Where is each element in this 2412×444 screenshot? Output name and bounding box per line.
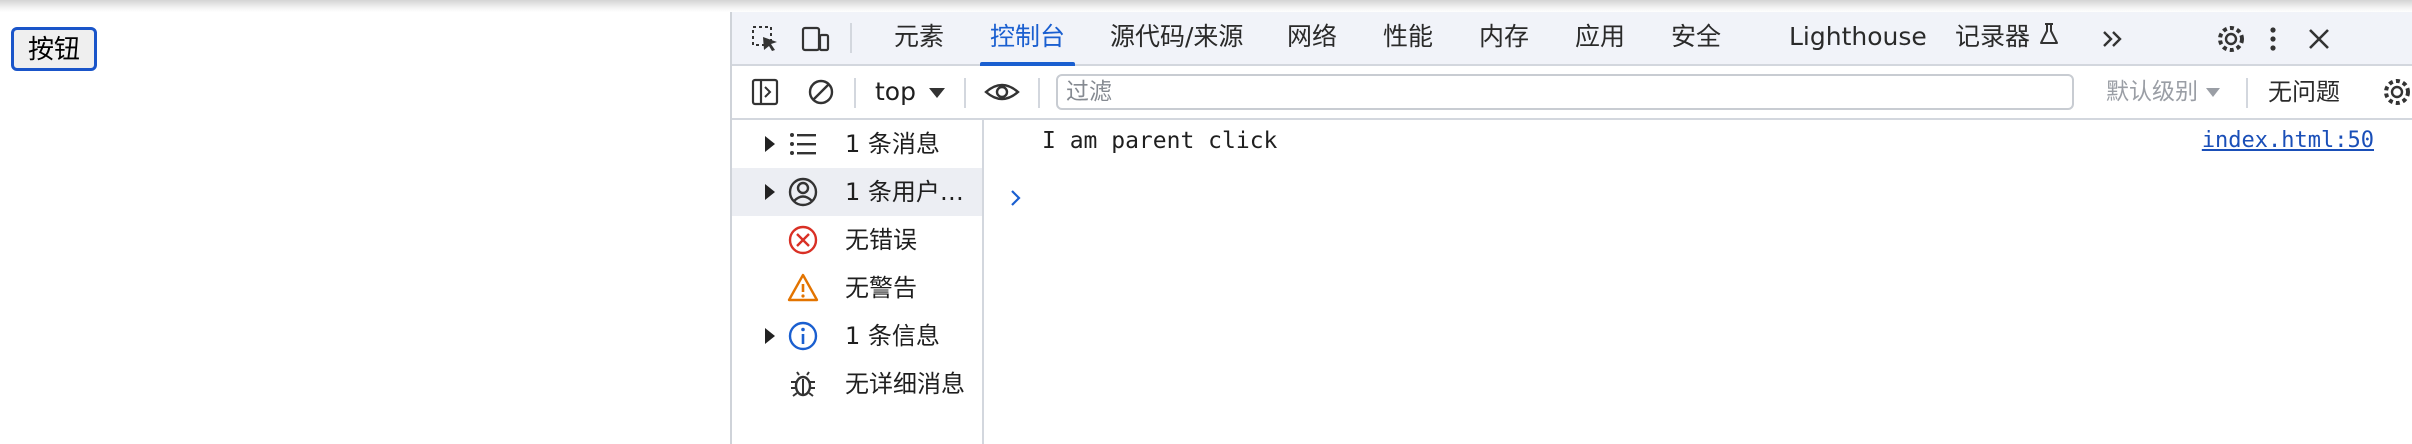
more-options-icon[interactable] [2256, 22, 2290, 56]
sidebar-item-info[interactable]: 1 条信息 [732, 312, 982, 360]
sidebar-item-label: 1 条信息 [845, 322, 940, 350]
tab-application[interactable]: 应用 [1575, 12, 1625, 64]
sidebar-item-errors[interactable]: 无错误 [732, 216, 982, 264]
levels-dropdown-icon [2206, 88, 2220, 97]
more-tabs-icon[interactable] [2096, 22, 2130, 56]
clear-console-icon[interactable] [804, 75, 838, 109]
tab-network[interactable]: 网络 [1287, 12, 1337, 64]
context-selector[interactable]: top [875, 66, 916, 118]
context-dropdown-icon[interactable] [929, 88, 945, 98]
sidebar-item-user-messages[interactable]: 1 条用户… [732, 168, 982, 216]
tab-recorder[interactable]: 记录器 [1955, 12, 2060, 64]
toolbar-separator [964, 78, 966, 108]
log-levels-dropdown[interactable]: 默认级别 [2106, 66, 2220, 118]
sidebar-item-label: 1 条消息 [845, 130, 940, 158]
sidebar-item-warnings[interactable]: 无警告 [732, 264, 982, 312]
tab-console[interactable]: 控制台 [980, 12, 1076, 66]
sidebar-item-label: 无错误 [845, 226, 917, 254]
console-toolbar: top 默认级别 无问题 [732, 66, 2412, 120]
toolbar-separator [1038, 78, 1040, 108]
devtools-tabbar: 元素 控制台 源代码/来源 网络 性能 内存 应用 安全 Lighthouse … [732, 12, 2412, 66]
console-log-message: I am parent click [1042, 128, 1278, 154]
console-prompt-chevron-icon[interactable] [1004, 186, 1028, 210]
devtools-panel: 元素 控制台 源代码/来源 网络 性能 内存 应用 安全 Lighthouse … [730, 12, 2412, 444]
source-location-link[interactable]: index.html:50 [2202, 128, 2374, 153]
sidebar-item-label: 无详细消息 [845, 370, 965, 398]
console-sidebar: 1 条消息 1 条用户… 无错误 无警告 1 条信息 无详细消息 [732, 120, 984, 444]
tab-sources[interactable]: 源代码/来源 [1110, 12, 1243, 64]
list-icon [790, 133, 816, 155]
sidebar-item-verbose[interactable]: 无详细消息 [732, 360, 982, 408]
browser-top-edge [0, 0, 2412, 12]
tab-memory[interactable]: 内存 [1479, 12, 1529, 64]
tab-security[interactable]: 安全 [1671, 12, 1721, 64]
tab-elements[interactable]: 元素 [894, 12, 944, 64]
console-output: I am parent click index.html:50 [984, 120, 2412, 444]
tab-performance[interactable]: 性能 [1383, 12, 1433, 64]
sidebar-item-label: 无警告 [845, 274, 917, 302]
sidebar-item-messages[interactable]: 1 条消息 [732, 120, 982, 168]
page-viewport: 按钮 [0, 12, 730, 444]
warning-icon [787, 273, 819, 302]
select-element-icon[interactable] [748, 22, 782, 56]
expand-arrow-icon[interactable] [765, 184, 775, 200]
toolbar-separator [854, 78, 856, 108]
toolbar-separator [2246, 78, 2248, 108]
page-button[interactable]: 按钮 [11, 27, 98, 71]
sidebar-item-label: 1 条用户… [845, 178, 964, 206]
live-expression-eye-icon[interactable] [982, 75, 1022, 109]
sidebar-toggle-icon[interactable] [748, 75, 782, 109]
filter-input[interactable] [1056, 74, 2074, 110]
tabbar-separator [850, 23, 852, 53]
bug-icon [791, 371, 815, 397]
settings-gear-icon[interactable] [2214, 22, 2248, 56]
expand-arrow-icon[interactable] [765, 328, 775, 344]
flask-icon [2038, 13, 2060, 63]
user-icon [788, 177, 818, 207]
info-icon [788, 321, 818, 351]
expand-arrow-icon[interactable] [765, 136, 775, 152]
tab-lighthouse[interactable]: Lighthouse [1789, 12, 1927, 64]
close-devtools-icon[interactable] [2302, 22, 2336, 56]
console-settings-gear-icon[interactable] [2380, 75, 2412, 109]
device-toolbar-icon[interactable] [798, 22, 832, 56]
issues-counter[interactable]: 无问题 [2268, 66, 2340, 118]
error-icon [788, 225, 818, 255]
